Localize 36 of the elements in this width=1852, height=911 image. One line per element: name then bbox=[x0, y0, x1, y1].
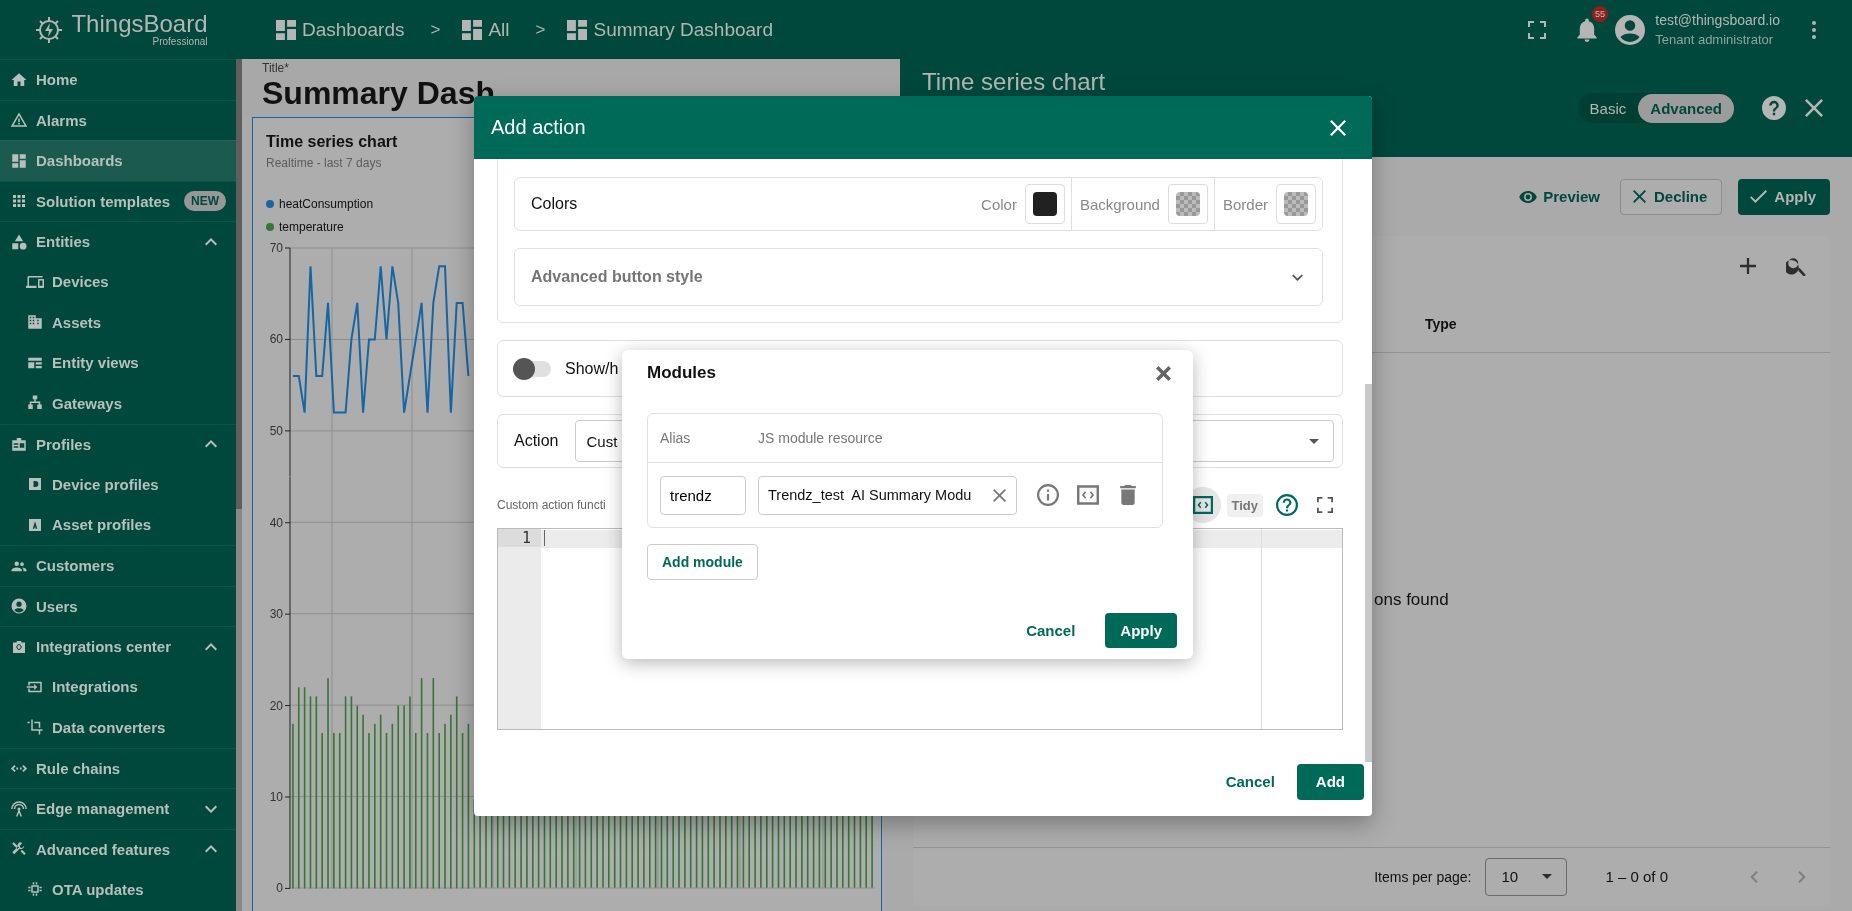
axis-label: 50 bbox=[269, 423, 283, 438]
empty-message: ons found bbox=[1374, 590, 1449, 610]
field-label: Action bbox=[514, 432, 559, 450]
user-email: test@thingsboard.io bbox=[1655, 12, 1780, 28]
user-role: Tenant administrator bbox=[1655, 32, 1775, 47]
items-per-page-label: Items per page: bbox=[1374, 868, 1472, 885]
breadcrumb-separator: > bbox=[430, 19, 441, 40]
popup-title: Modules bbox=[647, 363, 716, 383]
axis-label: 60 bbox=[269, 332, 283, 347]
dialog-title: Add action bbox=[491, 116, 586, 139]
panel-title: Time series chart bbox=[922, 68, 1106, 96]
toggle-label: Show/h bbox=[565, 359, 619, 378]
axis-label: 70 bbox=[269, 241, 283, 255]
field-label: Title* bbox=[262, 61, 290, 75]
new-badge: NEW bbox=[184, 191, 226, 212]
axis-label: 20 bbox=[269, 698, 283, 713]
axis-label: 10 bbox=[269, 789, 283, 804]
editor-label: Custom action functi bbox=[497, 498, 606, 512]
axis-label: 40 bbox=[269, 515, 283, 530]
swatch-label: Color bbox=[981, 195, 1017, 213]
swatch-label: Background bbox=[1079, 195, 1160, 213]
column-header: Type bbox=[1425, 315, 1457, 332]
line-number: 1 bbox=[498, 529, 541, 547]
notification-count: 55 bbox=[1592, 6, 1608, 22]
edition-label: Professional bbox=[152, 37, 208, 47]
app-name: ThingsBoard bbox=[71, 12, 208, 36]
widget-title: Time series chart bbox=[266, 133, 399, 151]
page-range: 1 – 0 of 0 bbox=[1605, 868, 1668, 885]
axis-label: 30 bbox=[269, 606, 283, 621]
widget-subtitle: Realtime - last 7 days bbox=[266, 156, 383, 170]
breadcrumb-separator: > bbox=[535, 19, 546, 40]
swatch-label: Border bbox=[1222, 195, 1268, 213]
column-header: Alias bbox=[660, 430, 692, 446]
axis-label: 0 bbox=[276, 881, 283, 894]
column-header: JS module resource bbox=[758, 430, 883, 446]
row-label: Colors bbox=[531, 195, 578, 213]
